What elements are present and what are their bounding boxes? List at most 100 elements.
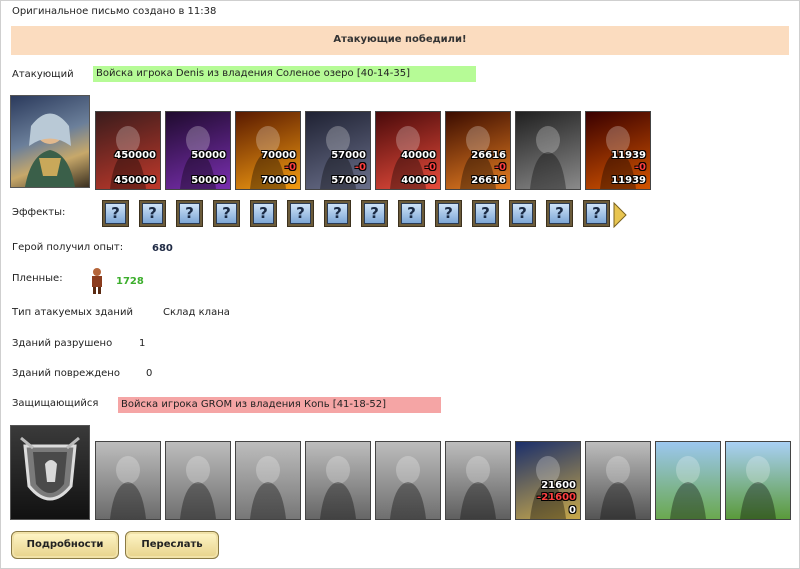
defender-unit-3[interactable]	[235, 441, 301, 520]
unknown-effect-icon: ?	[142, 203, 163, 224]
result-banner: Атакующие победили!	[11, 26, 789, 55]
effect-slot-9[interactable]: ?	[398, 200, 425, 227]
created-time: Оригинальное письмо создано в 11:38	[12, 6, 217, 17]
effect-slot-6[interactable]: ?	[287, 200, 314, 227]
shield-crest-icon	[20, 436, 80, 501]
defender-unit-2[interactable]	[165, 441, 231, 520]
unknown-effect-icon: ?	[401, 203, 422, 224]
unknown-effect-icon: ?	[105, 203, 126, 224]
hero-avatar-icon	[25, 113, 75, 187]
defender-crest-portrait[interactable]	[10, 425, 90, 520]
horned-demon-unit-icon	[516, 112, 580, 189]
building-type-label: Тип атакуемых зданий	[12, 307, 133, 318]
unit-remain: 11939	[611, 175, 646, 186]
effect-slot-14[interactable]: ?	[583, 200, 610, 227]
unit-remain: 0	[569, 505, 576, 516]
prisoners-value: 1728	[116, 276, 144, 287]
details-button[interactable]: Подробности	[11, 531, 119, 559]
buildings-damaged-value: 0	[146, 368, 153, 379]
attacker-unit-7[interactable]	[515, 111, 581, 190]
unit-count: 450000	[114, 150, 156, 161]
unit-loss: -0	[354, 162, 366, 173]
unknown-effect-icon: ?	[253, 203, 274, 224]
unit-count: 21600	[541, 480, 576, 491]
arrow-right-icon	[613, 201, 627, 229]
defender-unit-10[interactable]	[725, 441, 791, 520]
defender-unit-5[interactable]	[375, 441, 441, 520]
unit-remain: 57000	[331, 175, 366, 186]
unknown-effect-icon: ?	[512, 203, 533, 224]
unknown-effect-icon: ?	[290, 203, 311, 224]
defender-unit-1[interactable]	[95, 441, 161, 520]
pikeman-unit-icon	[166, 442, 230, 519]
effect-slot-7[interactable]: ?	[324, 200, 351, 227]
unit-count: 70000	[261, 150, 296, 161]
attacker-hero-portrait[interactable]	[10, 95, 90, 188]
experience-value: 680	[152, 243, 173, 254]
defender-unit-6[interactable]	[445, 441, 511, 520]
effect-slot-5[interactable]: ?	[250, 200, 277, 227]
unit-count: 57000	[331, 150, 366, 161]
defender-unit-9[interactable]	[655, 441, 721, 520]
effect-slot-2[interactable]: ?	[139, 200, 166, 227]
buildings-destroyed-label: Зданий разрушено	[12, 338, 113, 349]
effect-slot-10[interactable]: ?	[435, 200, 462, 227]
defender-unit-7[interactable]: 21600 -21600 0	[515, 441, 581, 520]
unit-remain: 50000	[191, 175, 226, 186]
prisoners-label: Пленные:	[12, 273, 63, 284]
attacker-unit-1[interactable]: 450000 450000	[95, 111, 161, 190]
effect-slot-11[interactable]: ?	[472, 200, 499, 227]
unit-count: 11939	[611, 150, 646, 161]
attacker-unit-4[interactable]: 57000 -0 57000	[305, 111, 371, 190]
effect-slot-8[interactable]: ?	[361, 200, 388, 227]
unit-loss: -0	[424, 162, 436, 173]
reaper-unit-icon	[586, 442, 650, 519]
attacker-unit-2[interactable]: 50000 50000	[165, 111, 231, 190]
crossbowman-unit-icon	[376, 442, 440, 519]
building-type-value: Склад клана	[163, 307, 230, 318]
effects-label: Эффекты:	[12, 207, 66, 218]
unknown-effect-icon: ?	[475, 203, 496, 224]
tree-city-building-icon	[726, 442, 790, 519]
knight-unit-icon	[96, 442, 160, 519]
unit-loss: -0	[284, 162, 296, 173]
attacker-army: Войска игрока Denis из владения Соленое …	[93, 66, 476, 82]
unit-loss: -21600	[537, 492, 576, 503]
unit-count: 26616	[471, 150, 506, 161]
attacker-label: Атакующий	[12, 69, 74, 80]
cavalier-unit-icon	[236, 442, 300, 519]
defender-label: Защищающийся	[12, 398, 99, 409]
monk-unit-icon	[446, 442, 510, 519]
unknown-effect-icon: ?	[438, 203, 459, 224]
unknown-effect-icon: ?	[586, 203, 607, 224]
forward-button[interactable]: Переслать	[125, 531, 219, 559]
tower-building-icon	[656, 442, 720, 519]
defender-unit-4[interactable]	[305, 441, 371, 520]
effects-next-arrow[interactable]	[613, 201, 627, 231]
prisoner-icon	[88, 267, 106, 298]
unknown-effect-icon: ?	[179, 203, 200, 224]
unknown-effect-icon: ?	[549, 203, 570, 224]
defender-army: Войска игрока GROM из владения Копь [41-…	[118, 397, 441, 413]
effect-slot-12[interactable]: ?	[509, 200, 536, 227]
effect-slot-4[interactable]: ?	[213, 200, 240, 227]
unit-loss: -0	[634, 162, 646, 173]
griffin-unit-icon	[306, 442, 370, 519]
defender-unit-8[interactable]	[585, 441, 651, 520]
unit-remain: 450000	[114, 175, 156, 186]
unit-remain: 70000	[261, 175, 296, 186]
attacker-unit-3[interactable]: 70000 -0 70000	[235, 111, 301, 190]
unit-count: 50000	[191, 150, 226, 161]
effect-slot-1[interactable]: ?	[102, 200, 129, 227]
effect-slot-3[interactable]: ?	[176, 200, 203, 227]
attacker-unit-6[interactable]: 26616 -0 26616	[445, 111, 511, 190]
unit-loss: -0	[494, 162, 506, 173]
attacker-unit-5[interactable]: 40000 -0 40000	[375, 111, 441, 190]
buildings-destroyed-value: 1	[139, 338, 146, 349]
unit-remain: 26616	[471, 175, 506, 186]
attacker-unit-8[interactable]: 11939 -0 11939	[585, 111, 651, 190]
unit-remain: 40000	[401, 175, 436, 186]
unknown-effect-icon: ?	[216, 203, 237, 224]
unknown-effect-icon: ?	[364, 203, 385, 224]
effect-slot-13[interactable]: ?	[546, 200, 573, 227]
